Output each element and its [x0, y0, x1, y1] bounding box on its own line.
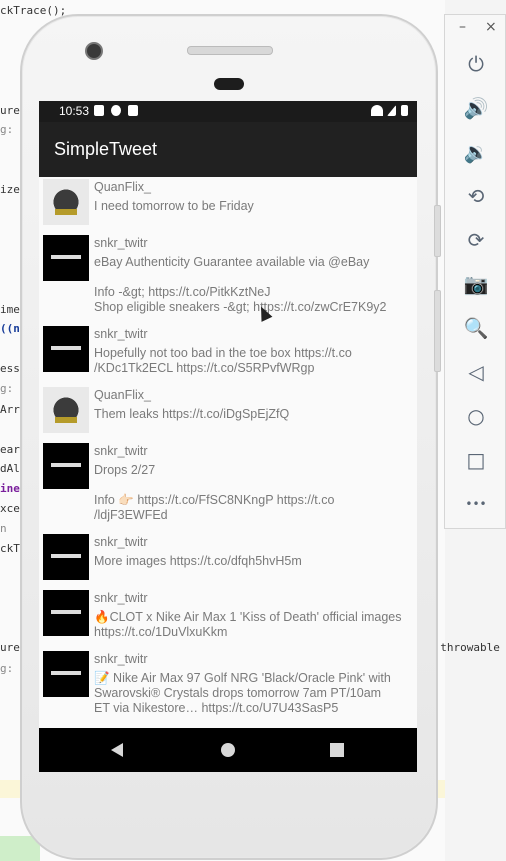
avatar — [43, 443, 89, 489]
tweet-body: 🔥CLOT x Nike Air Max 1 'Kiss of Death' o… — [94, 610, 402, 639]
code-line: ckT — [0, 542, 20, 555]
tweet-username: QuanFlix_ — [94, 180, 151, 194]
notification-icon — [94, 105, 104, 116]
app-bar: SimpleTweet — [39, 122, 417, 177]
wifi-icon — [371, 105, 383, 116]
status-bar: 10:53 — [39, 101, 417, 122]
code-line: xce — [0, 502, 20, 515]
tweet-username: snkr_twitr — [94, 652, 148, 666]
tweet-username: snkr_twitr — [94, 535, 148, 549]
code-line: ure — [0, 104, 20, 117]
avatar — [43, 387, 89, 433]
rotate-left-icon[interactable]: ⟲ — [461, 181, 491, 211]
notification-icon — [111, 105, 121, 116]
emulator-toolbar: – × ⏻ 🔊 🔉 ⟲ ⟳ 📷 🔍 ◁ ○ □ ••• — [444, 14, 506, 529]
code-line: ure — [0, 641, 20, 654]
tweet-body: More images https://t.co/dfqh5hvH5m — [94, 554, 302, 568]
overview-icon[interactable]: □ — [461, 445, 491, 475]
power-icon[interactable]: ⏻ — [461, 49, 491, 79]
tweet-username: snkr_twitr — [94, 444, 148, 458]
power-side-button — [434, 205, 441, 257]
tweet-list[interactable]: QuanFlix_ I need tomorrow to be Friday snk… — [39, 177, 417, 728]
signal-icon — [387, 105, 396, 116]
earpiece — [214, 78, 244, 90]
battery-icon — [401, 105, 408, 116]
tweet-body: Drops 2/27 Info 👉🏻 https://t.co/FfSC8NKn… — [94, 463, 335, 522]
tweet-body: I need tomorrow to be Friday — [94, 199, 254, 213]
code-line: ine — [0, 482, 20, 495]
code-line: ize — [0, 183, 20, 196]
code-line: g: — [0, 123, 14, 136]
avatar — [43, 651, 89, 697]
tweet-body: Them leaks https://t.co/iDgSpEjZfQ — [94, 407, 290, 421]
avatar — [43, 534, 89, 580]
nav-recents-icon[interactable] — [330, 743, 344, 757]
tweet-body: eBay Authenticity Guarantee available vi… — [94, 255, 387, 314]
code-line: ess — [0, 362, 20, 375]
volume-down-icon[interactable]: 🔉 — [461, 137, 491, 167]
code-line: dAl — [0, 462, 20, 475]
tweet-body: Hopefully not too bad in the toe box htt… — [94, 346, 352, 375]
tweet-username: QuanFlix_ — [94, 388, 151, 402]
code-line: ckTrace(); — [0, 4, 67, 17]
code-line: g: — [0, 662, 14, 675]
nav-back-icon[interactable] — [111, 743, 123, 757]
camera-icon[interactable]: 📷 — [461, 269, 491, 299]
avatar — [43, 179, 89, 225]
system-nav-bar — [39, 728, 417, 772]
avatar — [43, 590, 89, 636]
code-line: Arr — [0, 403, 20, 416]
close-button[interactable]: × — [485, 19, 497, 35]
code-line: n — [0, 522, 7, 535]
home-icon[interactable]: ○ — [461, 401, 491, 431]
avatar — [43, 326, 89, 372]
speaker-grille — [187, 46, 273, 55]
tweet-username: snkr_twitr — [94, 236, 148, 250]
nav-home-icon[interactable] — [221, 743, 235, 757]
app-title: SimpleTweet — [54, 139, 158, 159]
more-icon[interactable]: ••• — [461, 489, 491, 519]
sd-card-icon — [128, 105, 138, 116]
minimize-button[interactable]: – — [459, 19, 466, 35]
tweet-username: snkr_twitr — [94, 327, 148, 341]
rotate-right-icon[interactable]: ⟳ — [461, 225, 491, 255]
back-icon[interactable]: ◁ — [461, 357, 491, 387]
code-line: ime — [0, 303, 20, 316]
front-camera — [85, 42, 103, 60]
volume-up-icon[interactable]: 🔊 — [461, 93, 491, 123]
avatar — [43, 235, 89, 281]
code-line: ((n — [0, 322, 20, 335]
tweet-username: snkr_twitr — [94, 591, 148, 605]
code-line: ear — [0, 443, 20, 456]
zoom-icon[interactable]: 🔍 — [461, 313, 491, 343]
phone-screen: 10:53 SimpleTweet QuanFlix_ I need tomorr… — [39, 101, 417, 772]
volume-side-button — [434, 290, 441, 372]
code-line: g: — [0, 382, 14, 395]
status-time: 10:53 — [59, 104, 90, 118]
tweet-body: 📝 Nike Air Max 97 Golf NRG 'Black/Oracle… — [94, 671, 391, 715]
